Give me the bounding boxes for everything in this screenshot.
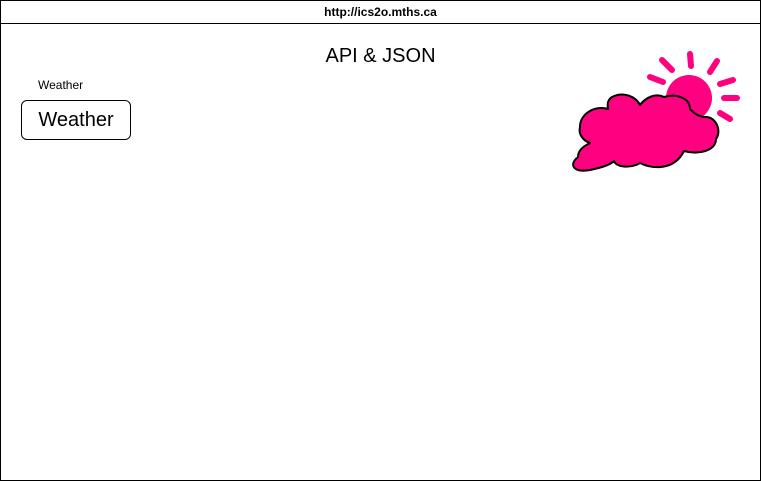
weather-button-label: Weather — [38, 108, 114, 131]
url-text: http://ics2o.mths.ca — [324, 5, 437, 19]
weather-button[interactable]: Weather — [21, 100, 131, 140]
browser-window: http://ics2o.mths.ca API & JSON Weather … — [0, 0, 761, 481]
weather-label: Weather — [38, 78, 84, 92]
sun-behind-cloud-icon — [572, 51, 740, 172]
url-bar[interactable]: http://ics2o.mths.ca — [1, 1, 760, 24]
